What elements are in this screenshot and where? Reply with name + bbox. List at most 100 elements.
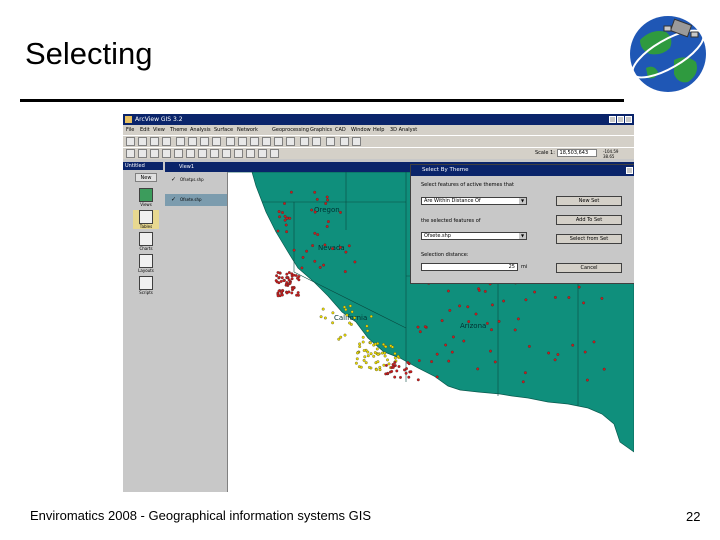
chevron-down-icon: ▼ <box>519 198 526 204</box>
maximize-button[interactable] <box>617 116 624 123</box>
map-point <box>313 259 317 263</box>
menu-analysis[interactable]: Analysis <box>190 125 211 135</box>
map-point <box>567 296 571 299</box>
slide-title: Selecting <box>25 36 153 71</box>
identify-tool-icon[interactable] <box>126 149 135 158</box>
map-point <box>386 358 389 362</box>
help-icon[interactable] <box>326 137 335 146</box>
menu-help[interactable]: Help <box>373 125 384 135</box>
map-point <box>355 357 359 361</box>
add-theme-icon[interactable] <box>138 137 147 146</box>
map-point <box>393 356 397 360</box>
hotlink-tool-icon[interactable] <box>222 149 231 158</box>
close-button[interactable] <box>625 116 632 123</box>
select-by-theme-icon[interactable] <box>300 137 309 146</box>
menu-theme[interactable]: Theme <box>170 125 187 135</box>
distance-input[interactable]: 25 <box>421 263 518 271</box>
globe-logo-icon <box>630 16 706 92</box>
map-point <box>409 370 413 374</box>
map-point <box>296 276 299 280</box>
menu-network[interactable]: Network <box>237 125 258 135</box>
menu-cad[interactable]: CAD <box>335 125 346 135</box>
pan-tool-icon[interactable] <box>198 149 207 158</box>
footer-text: Enviromatics 2008 - Geographical informa… <box>30 508 372 523</box>
map-point <box>384 345 388 349</box>
zoom-active-icon[interactable] <box>238 137 247 146</box>
zoom-full-icon[interactable] <box>226 137 235 146</box>
map-point <box>285 281 289 284</box>
map-point <box>344 308 348 312</box>
map-point <box>275 274 279 278</box>
map-point <box>407 375 411 379</box>
map-point <box>399 375 402 379</box>
map-point <box>467 320 471 324</box>
zoom-selected-icon[interactable] <box>250 137 259 146</box>
menu-geoprocessing[interactable]: Geoprocessing <box>272 125 309 135</box>
new-button[interactable]: New <box>135 173 157 182</box>
area-of-interest-tool-icon[interactable] <box>234 149 243 158</box>
cancel-button[interactable]: Cancel <box>556 263 622 273</box>
zoom-out-tool-icon[interactable] <box>186 149 195 158</box>
locate-address-icon[interactable] <box>200 137 209 146</box>
menu-window[interactable]: Window <box>351 125 371 135</box>
theme-visible-checkbox[interactable] <box>171 196 176 201</box>
clear-selection-icon[interactable] <box>312 137 321 146</box>
zoom-previous-icon[interactable] <box>286 137 295 146</box>
menu-edit[interactable]: Edit <box>140 125 150 135</box>
scripts-icon <box>139 276 153 290</box>
project-window-title: Untitled <box>123 162 163 170</box>
zoom-in-icon[interactable] <box>262 137 271 146</box>
vertex-edit-tool-icon[interactable] <box>150 149 159 158</box>
pointer-tool-icon[interactable] <box>138 149 147 158</box>
theme-properties-icon[interactable] <box>150 137 159 146</box>
project-item-tables[interactable]: Tables <box>133 210 159 229</box>
theme-dropdown[interactable]: Ofsete.shp ▼ <box>421 232 527 240</box>
text-tool-icon[interactable] <box>258 149 267 158</box>
select-feature-tool-icon[interactable] <box>162 149 171 158</box>
zoom-out-icon[interactable] <box>274 137 283 146</box>
scale-field[interactable]: 18,503,643 <box>556 149 597 157</box>
open-table-icon[interactable] <box>176 137 185 146</box>
map-point <box>331 247 334 251</box>
theme-value: Ofsete.shp <box>424 233 451 239</box>
query-builder-icon[interactable] <box>212 137 221 146</box>
project-item-layouts[interactable]: Layouts <box>133 254 159 273</box>
map-point <box>276 229 280 233</box>
measure-tool-icon[interactable] <box>210 149 219 158</box>
edit-legend-icon[interactable] <box>162 137 171 146</box>
map-point <box>447 359 451 363</box>
menu-bar: File Edit View Theme Analysis Surface Ne… <box>123 125 634 135</box>
dialog-close-button[interactable] <box>626 167 633 174</box>
project-item-views[interactable]: Views <box>133 188 159 207</box>
draw-tool-icon[interactable] <box>270 149 279 158</box>
project-item-label: Scripts <box>139 290 153 295</box>
zoom-in-tool-icon[interactable] <box>174 149 183 158</box>
map-point <box>533 290 537 294</box>
label-tool-icon[interactable] <box>246 149 255 158</box>
toc-theme-ofsetps[interactable]: Ofsetps.shp <box>171 176 204 182</box>
map-point <box>577 285 581 289</box>
save-project-icon[interactable] <box>126 137 135 146</box>
find-icon[interactable] <box>188 137 197 146</box>
project-item-label: Tables <box>139 224 153 229</box>
map-point <box>285 230 289 234</box>
project-item-charts[interactable]: Charts <box>133 232 159 251</box>
toc-theme-ofsete[interactable]: Ofsete.shp <box>171 196 202 202</box>
select-from-set-button[interactable]: Select from Set <box>556 234 622 244</box>
map-point <box>380 351 384 355</box>
map-point <box>323 243 327 247</box>
new-set-button[interactable]: New Set <box>556 196 622 206</box>
menu-graphics[interactable]: Graphics <box>310 125 332 135</box>
map-point <box>396 354 400 358</box>
method-dropdown[interactable]: Are Within Distance Of ▼ <box>421 197 527 205</box>
theme-visible-checkbox[interactable] <box>171 176 176 181</box>
add-to-set-button[interactable]: Add To Set <box>556 215 622 225</box>
minimize-button[interactable] <box>609 116 616 123</box>
extension-a-icon[interactable] <box>340 137 349 146</box>
menu-3d-analyst[interactable]: 3D Analyst <box>390 125 417 135</box>
menu-surface[interactable]: Surface <box>214 125 233 135</box>
menu-view[interactable]: View <box>153 125 165 135</box>
menu-file[interactable]: File <box>126 125 134 135</box>
extension-b-icon[interactable] <box>352 137 361 146</box>
project-item-scripts[interactable]: Scripts <box>133 276 159 295</box>
